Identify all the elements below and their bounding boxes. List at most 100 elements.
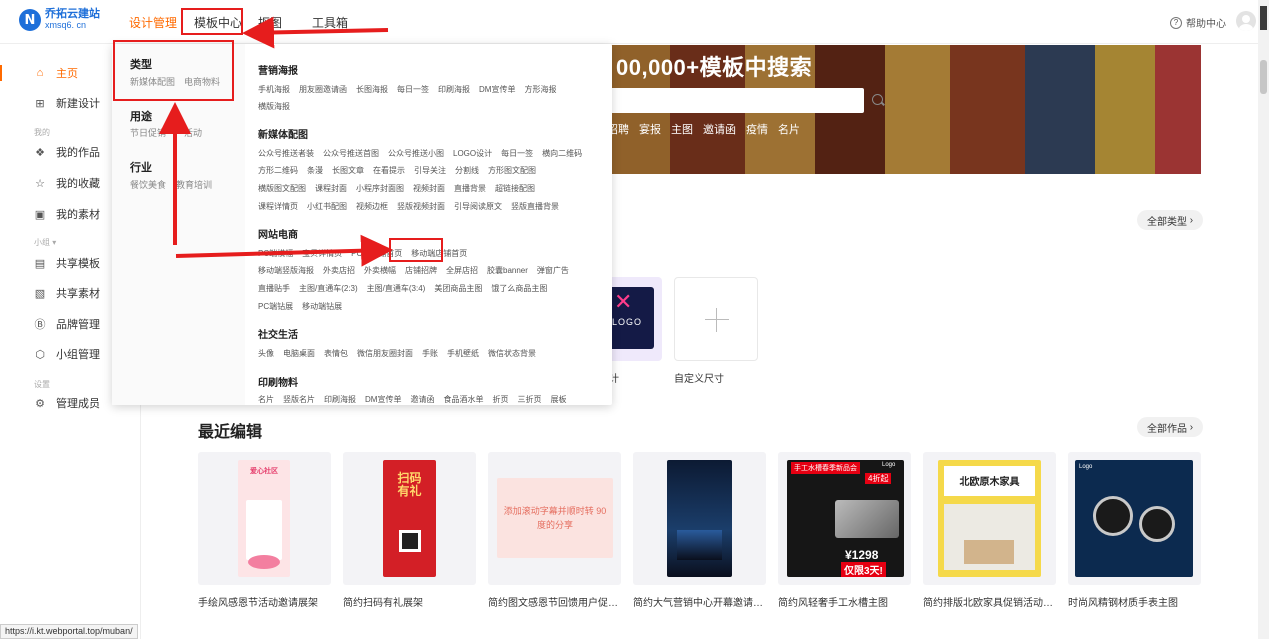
dropdown-link[interactable]: 长图文章 <box>332 165 364 176</box>
dropdown-link[interactable]: 公众号推送者装 <box>258 148 314 159</box>
dropdown-link[interactable]: 电脑桌面 <box>283 348 315 359</box>
dropdown-link[interactable]: 课程详情页 <box>258 201 298 212</box>
nav-design-manage[interactable]: 设计管理 <box>129 14 177 31</box>
scrollbar-thumb[interactable] <box>1260 60 1267 94</box>
dropdown-link[interactable]: 方形海报 <box>524 84 556 95</box>
dropdown-link[interactable]: LOGO设计 <box>453 148 492 159</box>
dropdown-type-item[interactable]: 教育培训 <box>176 178 212 191</box>
dropdown-link[interactable]: 朋友圈邀请函 <box>299 84 347 95</box>
dropdown-link[interactable]: 方形图文配图 <box>488 165 536 176</box>
brand-logo[interactable]: N 乔拓云建站 xmsq6. cn <box>19 9 100 31</box>
dropdown-link[interactable]: 方形二维码 <box>258 165 298 176</box>
dropdown-link[interactable]: 印刷海报 <box>438 84 470 95</box>
nav-cutout[interactable]: 抠图 <box>258 14 282 31</box>
dropdown-link[interactable]: 横版图文配图 <box>258 183 306 194</box>
dropdown-link[interactable]: 引导关注 <box>414 165 446 176</box>
dropdown-link[interactable]: 店铺招牌 <box>405 265 437 276</box>
dropdown-link[interactable]: 每日一签 <box>397 84 429 95</box>
recent-card-name[interactable]: 简约大气营销中心开幕邀请函手... <box>633 594 768 609</box>
recent-card[interactable]: 北欧原木家具 <box>923 452 1056 585</box>
dropdown-link[interactable]: DM宣传单 <box>479 84 515 95</box>
recent-card[interactable]: 扫码有礼 <box>343 452 476 585</box>
dropdown-link[interactable]: 公众号推送小图 <box>388 148 444 159</box>
dropdown-link[interactable]: 头像 <box>258 348 274 359</box>
recent-card-name[interactable]: 时尚风精钢材质手表主图 <box>1068 594 1203 609</box>
dropdown-link[interactable]: 胶囊banner <box>487 265 528 276</box>
dropdown-link[interactable]: 饿了么商品主图 <box>491 283 547 294</box>
dropdown-link[interactable]: 小程序封面图 <box>356 183 404 194</box>
dropdown-link[interactable]: 移动端竖版海报 <box>258 265 314 276</box>
dropdown-link[interactable]: 条漫 <box>307 165 323 176</box>
dropdown-link[interactable]: 手账 <box>422 348 438 359</box>
dropdown-link[interactable]: 折页 <box>492 394 508 405</box>
dropdown-link[interactable]: DM宣传单 <box>365 394 401 405</box>
sidebar-group-team[interactable]: 小组 ▾ <box>34 237 56 248</box>
dropdown-link[interactable]: 竖版名片 <box>283 394 315 405</box>
dropdown-link[interactable]: 横向二维码 <box>542 148 582 159</box>
dropdown-link[interactable]: PC端钻展 <box>258 301 293 312</box>
dropdown-link[interactable]: 横版海报 <box>258 101 290 112</box>
dropdown-type-item[interactable]: 节日促销 <box>130 126 166 139</box>
dropdown-link[interactable]: 课程封面 <box>315 183 347 194</box>
recent-card-name[interactable]: 简约风轻奢手工水槽主图 <box>778 594 913 609</box>
search-icon[interactable] <box>872 94 883 105</box>
dropdown-link[interactable]: 表情包 <box>324 348 348 359</box>
dropdown-link[interactable]: 公众号推送首图 <box>323 148 379 159</box>
dropdown-link[interactable]: 手机海报 <box>258 84 290 95</box>
dropdown-link[interactable]: 长图海报 <box>356 84 388 95</box>
dropdown-link[interactable]: 微信状态背景 <box>488 348 536 359</box>
dropdown-link[interactable]: 微信朋友圈封面 <box>357 348 413 359</box>
dropdown-link[interactable]: 展板 <box>550 394 566 405</box>
dropdown-link[interactable]: 超链接配图 <box>495 183 535 194</box>
dropdown-link[interactable]: 竖版视频封面 <box>397 201 445 212</box>
avatar[interactable] <box>1236 11 1256 31</box>
dropdown-link[interactable]: 食品酒水单 <box>443 394 483 405</box>
recent-card[interactable]: Logo <box>1068 452 1201 585</box>
dropdown-type-item[interactable]: 餐饮美食 <box>130 178 166 191</box>
dropdown-link[interactable]: 主图/直通车(3:4) <box>367 283 426 294</box>
dropdown-link[interactable]: 弹窗广告 <box>537 265 569 276</box>
recent-card[interactable] <box>633 452 766 585</box>
dropdown-link[interactable]: 邀请函 <box>410 394 434 405</box>
hot-tag[interactable]: 主图 <box>671 121 693 137</box>
recent-card-name[interactable]: 简约扫码有礼展架 <box>343 594 478 609</box>
dropdown-link[interactable]: 直播背景 <box>454 183 486 194</box>
hot-tag[interactable]: 宴报 <box>639 121 661 137</box>
recent-card[interactable]: 手工水槽春季新品会 Logo 4折起 ¥1298 仅限3天! <box>778 452 911 585</box>
dropdown-link[interactable]: 每日一签 <box>501 148 533 159</box>
dropdown-link[interactable]: 全屏店招 <box>446 265 478 276</box>
window-scrollbar[interactable] <box>1258 0 1269 639</box>
dropdown-link[interactable]: 主图/直通车(2:3) <box>299 283 358 294</box>
recent-card-name[interactable]: 简约排版北欧家具促销活动移动... <box>923 594 1058 609</box>
hero-search-input[interactable] <box>600 88 864 113</box>
hot-tag[interactable]: 名片 <box>778 121 800 137</box>
recent-card[interactable]: 爱心社区 <box>198 452 331 585</box>
recent-card-name[interactable]: 简约图文感恩节回馈用户促销优... <box>488 594 623 609</box>
dropdown-link[interactable]: 名片 <box>258 394 274 405</box>
dropdown-link[interactable]: 分割线 <box>455 165 479 176</box>
dropdown-link[interactable]: 手机壁纸 <box>447 348 479 359</box>
dropdown-type-item[interactable]: 活动 <box>184 126 202 139</box>
dropdown-link[interactable]: 引导阅读原文 <box>454 201 502 212</box>
dropdown-link[interactable]: 三折页 <box>517 394 541 405</box>
hot-tag[interactable]: 疫情 <box>746 121 768 137</box>
dropdown-link[interactable]: 视频封面 <box>413 183 445 194</box>
dropdown-link[interactable]: 竖版直播背景 <box>511 201 559 212</box>
all-types-button[interactable]: 全部类型 › <box>1137 210 1204 230</box>
dropdown-link[interactable]: 在看提示 <box>373 165 405 176</box>
dropdown-link[interactable]: 宝贝详情页 <box>302 248 342 259</box>
dropdown-link[interactable]: 直播贴手 <box>258 283 290 294</box>
dropdown-link[interactable]: 视频边框 <box>356 201 388 212</box>
dropdown-link[interactable]: 移动端钻展 <box>302 301 342 312</box>
dropdown-link[interactable]: 印刷海报 <box>324 394 356 405</box>
recent-card[interactable]: 添加滚动字幕并顺时转 90度的分享 <box>488 452 621 585</box>
dropdown-link[interactable]: PC端横幅 <box>258 248 293 259</box>
dropdown-link[interactable]: 小红书配图 <box>307 201 347 212</box>
hot-tag[interactable]: 邀请函 <box>703 121 736 137</box>
dropdown-link[interactable]: 美团商品主图 <box>434 283 482 294</box>
help-center-link[interactable]: ? 帮助中心 <box>1170 15 1226 30</box>
nav-toolbox[interactable]: 工具箱 <box>312 14 348 31</box>
all-works-button[interactable]: 全部作品 › <box>1137 417 1204 437</box>
dropdown-link[interactable]: 外卖店招 <box>323 265 355 276</box>
recent-card-name[interactable]: 手绘风感恩节活动邀请展架 <box>198 594 333 609</box>
